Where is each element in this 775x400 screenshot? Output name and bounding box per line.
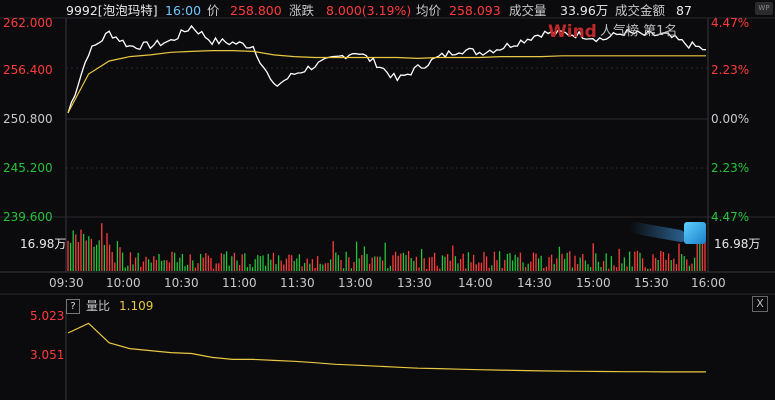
wp-badge: WP (755, 2, 773, 15)
pct-axis-right-0: 4.47% (711, 16, 750, 30)
turnover-value: 87 (676, 3, 692, 18)
pct-axis-right-2: 0.00% (711, 112, 750, 126)
time-tick-1130: 11:30 (280, 276, 315, 290)
time-tick-1100: 11:00 (222, 276, 257, 290)
time-tick-1500: 15:00 (576, 276, 611, 290)
time-tick-1400: 14:00 (458, 276, 493, 290)
price-axis-left-3: 245.200 (3, 161, 53, 175)
close-panel-button[interactable]: X (752, 296, 768, 312)
price-axis-left-1: 256.400 (3, 63, 53, 77)
floating-cube-icon[interactable] (684, 222, 706, 244)
help-icon[interactable]: ? (66, 299, 80, 314)
price-axis-left-4: 239.600 (3, 210, 53, 224)
volume-ratio-line (67, 322, 706, 373)
volume-axis-right: 16.98万 (714, 237, 761, 251)
time-tick-0930: 09:30 (49, 276, 84, 290)
volume-value: 33.96万 (560, 3, 609, 18)
avg-price-label: 均价 (416, 3, 442, 18)
price-axis-left-2: 250.800 (3, 112, 53, 126)
time-tick-1030: 10:30 (164, 276, 199, 290)
ratio-axis-1: 3.051 (30, 348, 65, 362)
volume-label: 成交量 (509, 3, 547, 18)
avg-price-line (67, 49, 706, 114)
ratio-axis-0: 5.023 (30, 309, 65, 323)
ratio-value: 1.109 (119, 299, 154, 313)
time-tick-1600: 16:00 (691, 276, 726, 290)
change-label: 涨跌 (289, 3, 315, 18)
header-time: 16:00 (165, 3, 202, 18)
price-label: 价 (207, 3, 220, 18)
wind-watermark: Wind (548, 22, 597, 42)
pct-axis-right-3: 2.23% (711, 161, 750, 175)
price-value: 258.800 (230, 3, 282, 18)
time-tick-1430: 14:30 (517, 276, 552, 290)
rank-watermark: 人气榜 第1名 (600, 24, 678, 39)
pct-axis-right-4: 4.47% (711, 210, 750, 224)
pct-axis-right-1: 2.23% (711, 63, 750, 77)
ratio-label: 量比 (86, 299, 111, 313)
stock-code-name: 9992[泡泡玛特] (66, 3, 158, 18)
time-tick-1300: 13:00 (338, 276, 373, 290)
intraday-chart[interactable] (0, 0, 775, 400)
time-tick-1330: 13:30 (397, 276, 432, 290)
avg-price-value: 258.093 (449, 3, 501, 18)
time-tick-1000: 10:00 (106, 276, 141, 290)
time-tick-1530: 15:30 (634, 276, 669, 290)
turnover-label: 成交金额 (615, 3, 666, 18)
change-value: 8.000(3.19%) (326, 3, 412, 18)
price-axis-left-0: 262.000 (3, 16, 53, 30)
volume-axis-left: 16.98万 (20, 237, 67, 251)
